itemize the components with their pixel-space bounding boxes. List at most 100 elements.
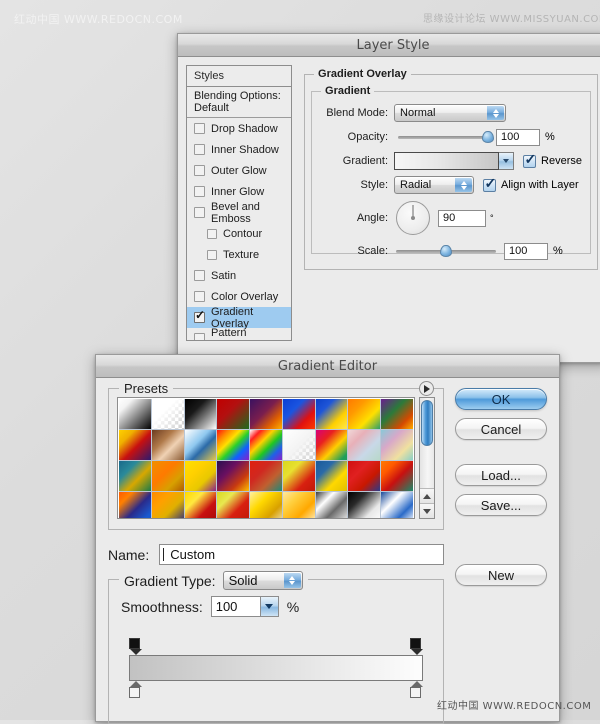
preset-swatch[interactable] (381, 492, 413, 519)
new-button[interactable]: New (455, 564, 547, 586)
preset-swatch[interactable] (283, 492, 315, 519)
checkbox-5[interactable] (207, 229, 217, 239)
color-stop[interactable] (129, 681, 142, 699)
presets-swatch-grid[interactable] (119, 399, 413, 519)
gradient-ramp[interactable] (129, 655, 423, 681)
presets-scrollbar[interactable] (419, 397, 435, 519)
gradient-editor-titlebar[interactable]: Gradient Editor (96, 355, 559, 378)
preset-swatch[interactable] (283, 399, 315, 429)
preset-swatch[interactable] (348, 492, 380, 519)
preset-swatch[interactable] (185, 399, 217, 429)
preset-swatch[interactable] (152, 430, 184, 460)
preset-swatch[interactable] (283, 461, 315, 491)
preset-swatch[interactable] (381, 399, 413, 429)
preset-swatch[interactable] (348, 399, 380, 429)
gradient-preview-swatch[interactable] (394, 152, 499, 170)
preset-swatch[interactable] (119, 399, 151, 429)
preset-swatch[interactable] (217, 399, 249, 429)
checkbox-9[interactable] (194, 312, 205, 323)
opacity-input[interactable]: 100 (496, 129, 540, 146)
scrollbar-thumb[interactable] (421, 400, 433, 446)
preset-swatch[interactable] (283, 430, 315, 460)
align-with-layer-checkbox[interactable] (483, 179, 496, 192)
preset-swatch[interactable] (217, 492, 249, 519)
preset-swatch[interactable] (316, 430, 348, 460)
style-select[interactable]: Radial (394, 176, 474, 194)
checkbox-3[interactable] (194, 186, 205, 197)
opacity-stop[interactable] (410, 638, 423, 655)
presets-swatch-box[interactable] (117, 397, 415, 519)
preset-swatch[interactable] (316, 399, 348, 429)
preset-swatch[interactable] (185, 461, 217, 491)
preset-swatch[interactable] (348, 430, 380, 460)
presets-menu-button[interactable] (419, 381, 434, 396)
sidebar-item-satin[interactable]: Satin (187, 265, 291, 286)
sidebar-item-blending-options[interactable]: Blending Options: Default (187, 87, 291, 118)
sidebar-item-inner-shadow[interactable]: Inner Shadow (187, 139, 291, 160)
preset-swatch[interactable] (217, 430, 249, 460)
preset-swatch[interactable] (348, 461, 380, 491)
sidebar-item-outer-glow[interactable]: Outer Glow (187, 160, 291, 181)
smoothness-dropdown-button[interactable] (260, 597, 278, 616)
preset-swatch[interactable] (250, 461, 282, 491)
gradient-picker[interactable] (394, 152, 514, 170)
preset-swatch[interactable] (381, 430, 413, 460)
preset-swatch[interactable] (185, 492, 217, 519)
checkbox-10[interactable] (194, 333, 205, 341)
opacity-slider-knob[interactable] (482, 131, 494, 143)
ok-button[interactable]: OK (455, 388, 547, 410)
checkbox-8[interactable] (194, 291, 205, 302)
scale-input[interactable]: 100 (504, 243, 548, 260)
scale-slider[interactable] (396, 243, 496, 259)
layer-style-titlebar[interactable]: Layer Style (178, 34, 600, 57)
blend-mode-select[interactable]: Normal (394, 104, 506, 122)
reverse-checkbox[interactable] (523, 155, 536, 168)
checkbox-4[interactable] (194, 207, 205, 218)
opacity-stop[interactable] (129, 638, 142, 655)
preset-swatch[interactable] (217, 461, 249, 491)
checkbox-2[interactable] (194, 165, 205, 176)
sidebar-item-contour[interactable]: Contour (187, 223, 291, 244)
checkbox-1[interactable] (194, 144, 205, 155)
gradient-dropdown-button[interactable] (499, 152, 514, 170)
preset-swatch[interactable] (119, 430, 151, 460)
preset-swatch[interactable] (152, 399, 184, 429)
preset-swatch[interactable] (381, 461, 413, 491)
preset-swatch[interactable] (152, 492, 184, 519)
angle-input[interactable]: 90 (438, 210, 486, 227)
angle-dial[interactable] (396, 201, 430, 235)
sidebar-item-gradient-overlay[interactable]: Gradient Overlay (187, 307, 291, 328)
scrollbar-trough[interactable] (420, 398, 434, 488)
preset-swatch[interactable] (250, 430, 282, 460)
styles-list[interactable]: Blending Options: Default Drop ShadowInn… (186, 86, 292, 341)
load-button[interactable]: Load... (455, 464, 547, 486)
color-stop[interactable] (410, 681, 423, 699)
preset-swatch[interactable] (119, 461, 151, 491)
gradient-type-select[interactable]: Solid (223, 571, 303, 590)
stepper-arrows-icon[interactable] (455, 178, 472, 192)
save-button[interactable]: Save... (455, 494, 547, 516)
sidebar-item-inner-glow[interactable]: Inner Glow (187, 181, 291, 202)
stepper-arrows-icon[interactable] (487, 106, 504, 120)
sidebar-item-drop-shadow[interactable]: Drop Shadow (187, 118, 291, 139)
preset-swatch[interactable] (316, 492, 348, 519)
preset-swatch[interactable] (152, 461, 184, 491)
sidebar-item-color-overlay[interactable]: Color Overlay (187, 286, 291, 307)
checkbox-7[interactable] (194, 270, 205, 281)
opacity-slider[interactable] (398, 129, 490, 145)
checkbox-0[interactable] (194, 123, 205, 134)
stepper-arrows-icon[interactable] (284, 573, 301, 588)
preset-swatch[interactable] (250, 399, 282, 429)
preset-swatch[interactable] (119, 492, 151, 519)
name-input[interactable]: Custom (159, 544, 444, 565)
scale-slider-knob[interactable] (440, 245, 452, 257)
sidebar-item-texture[interactable]: Texture (187, 244, 291, 265)
sidebar-item-pattern-overlay[interactable]: Pattern Overlay (187, 328, 291, 341)
scroll-down-button[interactable] (420, 503, 434, 518)
checkbox-6[interactable] (207, 250, 217, 260)
preset-swatch[interactable] (185, 430, 217, 460)
sidebar-item-bevel-and-emboss[interactable]: Bevel and Emboss (187, 202, 291, 223)
cancel-button[interactable]: Cancel (455, 418, 547, 440)
smoothness-combo[interactable]: 100 (211, 596, 279, 617)
preset-swatch[interactable] (250, 492, 282, 519)
